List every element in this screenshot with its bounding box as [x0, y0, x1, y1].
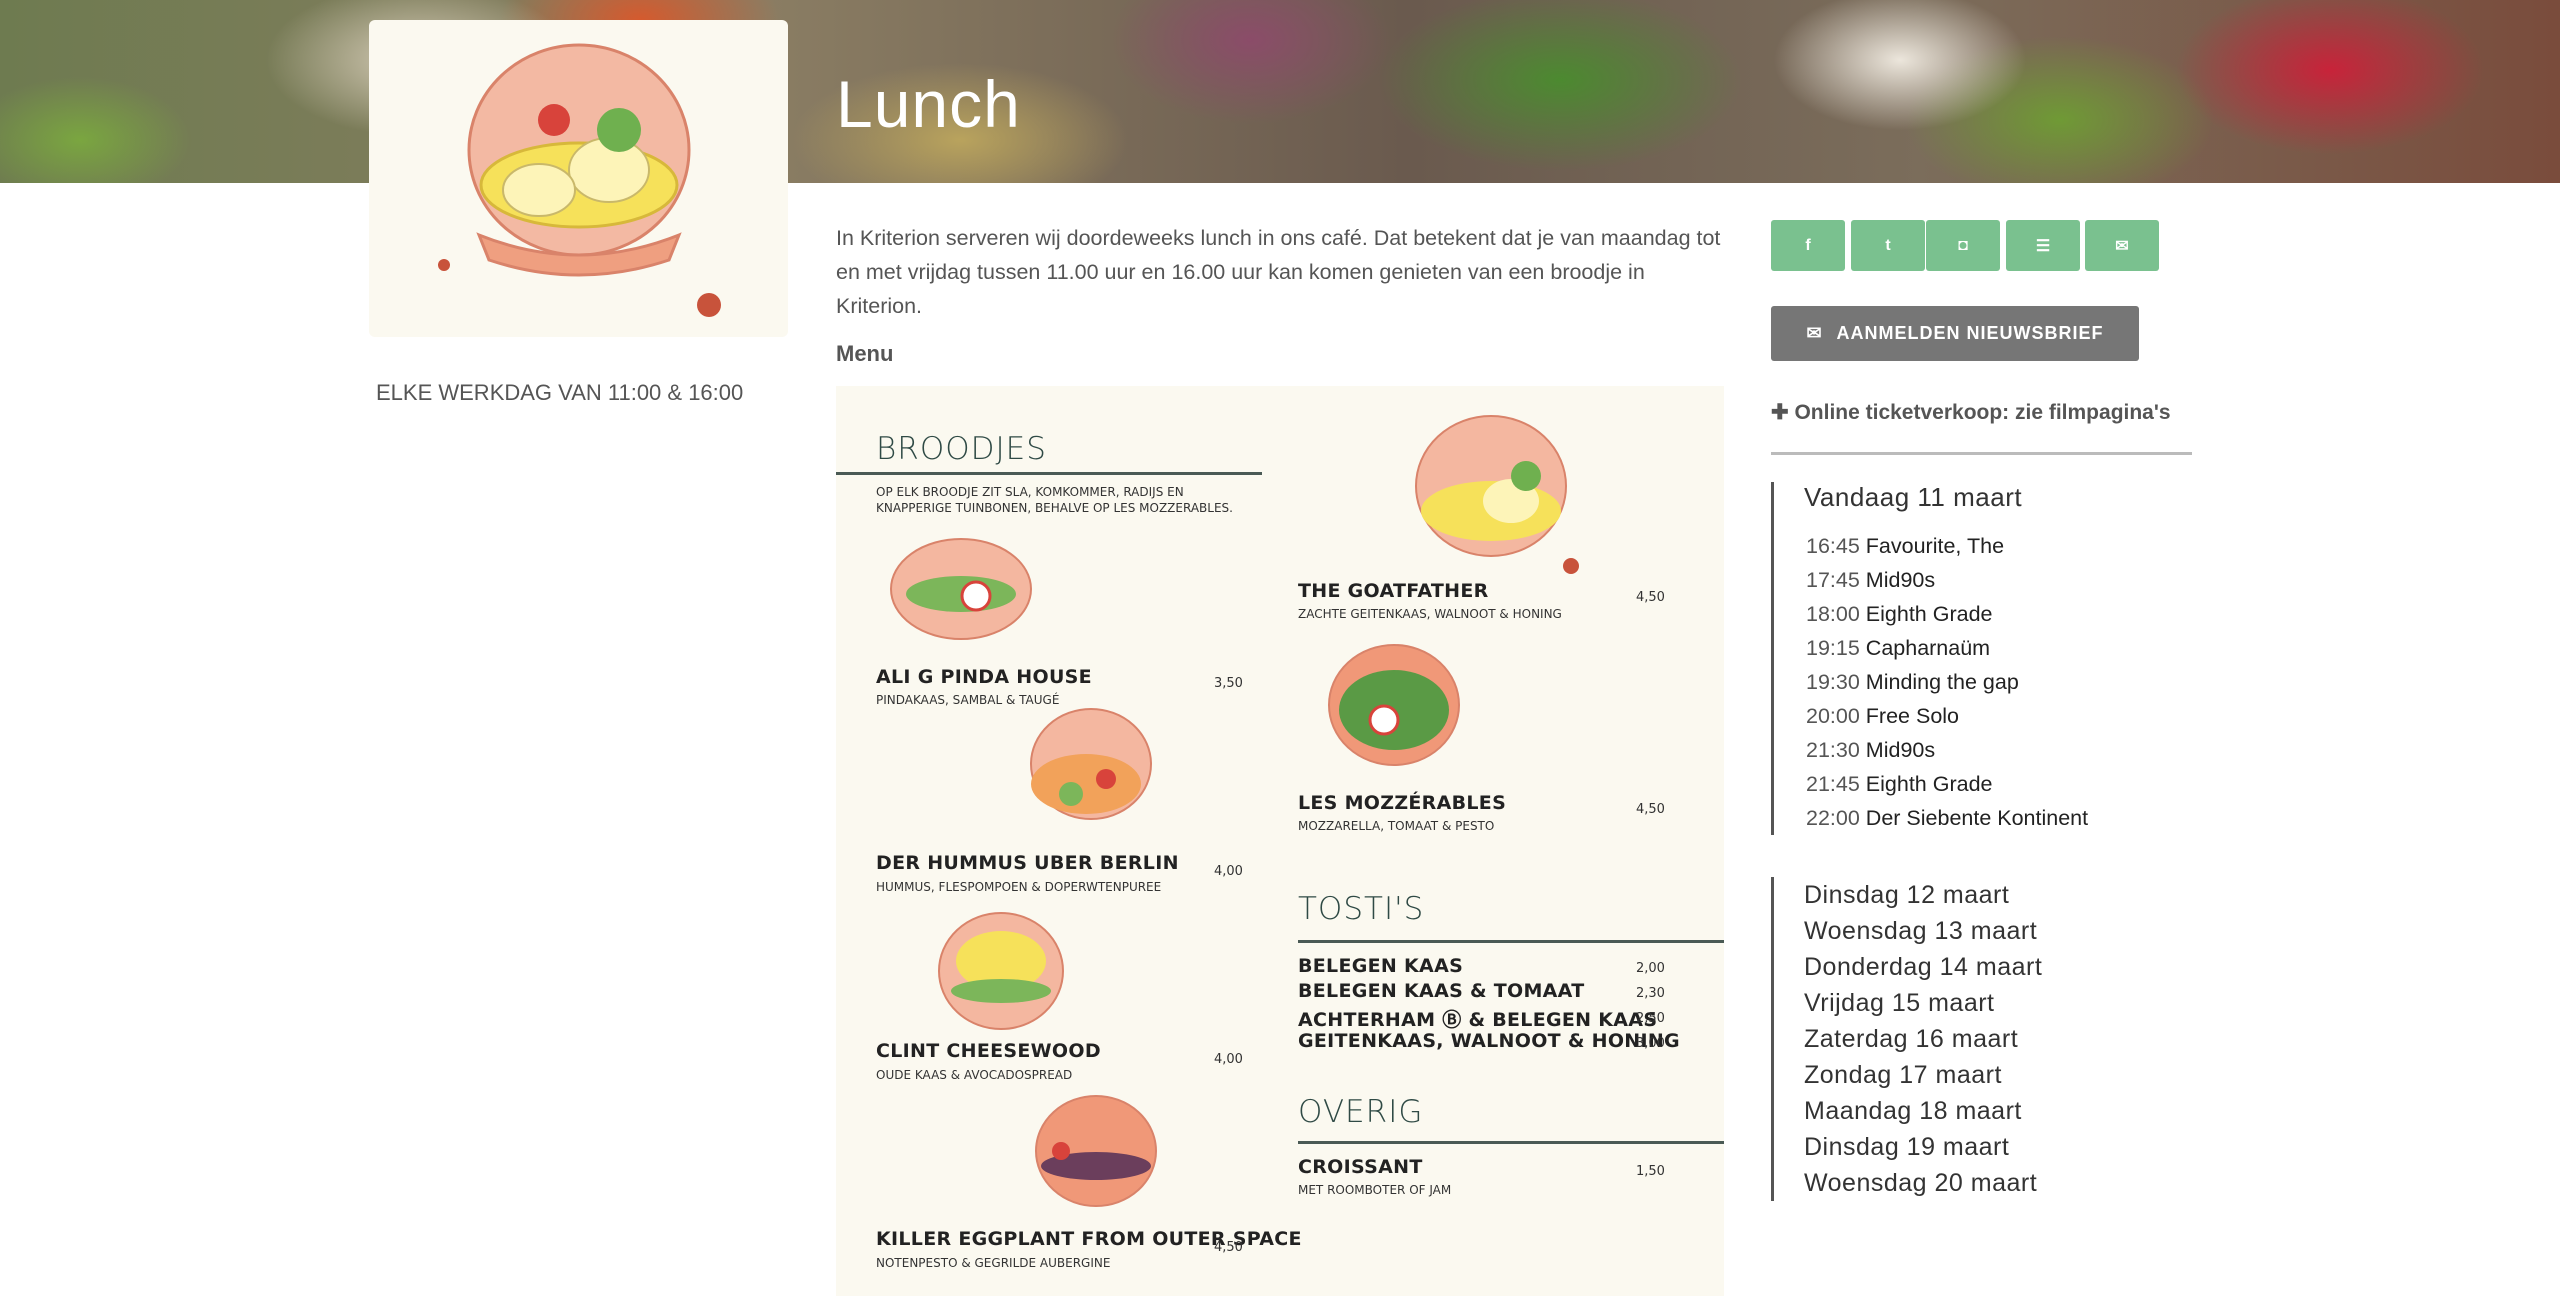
menu-heading-overig: OVERIG [1298, 1094, 1424, 1130]
menu-item-price: 2,30 [1636, 986, 1665, 1001]
spotify-icon: ☰ [2035, 237, 2051, 255]
day-item[interactable]: Maandag 18 maart [1774, 1093, 2042, 1129]
day-item[interactable]: Donderdag 14 maart [1774, 949, 2042, 985]
menu-item-price: 4,50 [1636, 590, 1665, 605]
menu-item-name: ACHTERHAM Ⓑ & BELEGEN KAAS [1298, 1009, 1658, 1031]
menu-item-name: BELEGEN KAAS & TOMAAT [1298, 980, 1585, 1002]
showtime-item[interactable]: 21:45 Eighth Grade [1774, 767, 2088, 801]
today-title[interactable]: Vandaag 11 maart [1774, 482, 2088, 513]
burger-illustration [1035, 1095, 1157, 1207]
mail-icon: ✉ [2115, 237, 2129, 255]
envelope-icon: ✉ [1806, 323, 1823, 343]
day-item[interactable]: Woensdag 13 maart [1774, 913, 2042, 949]
newsletter-button[interactable]: ✉ AANMELDEN NIEUWSBRIEF [1771, 306, 2139, 361]
day-item[interactable]: Zaterdag 16 maart [1774, 1021, 2042, 1057]
menu-item-name: DER HUMMUS UBER BERLIN [876, 852, 1179, 874]
menu-heading-broodjes: BROODJES [876, 431, 1047, 467]
ticket-info-label: Online ticketverkoop: zie filmpagina's [1794, 401, 2171, 424]
menu-item-name: THE GOATFATHER [1298, 580, 1489, 602]
twitter-button[interactable]: t [1851, 220, 1925, 271]
menu-item-price: 2,50 [1636, 1011, 1665, 1026]
day-item[interactable]: Dinsdag 12 maart [1774, 877, 2042, 913]
showtime-item[interactable]: 17:45 Mid90s [1774, 563, 2088, 597]
lunch-illustration [369, 20, 788, 337]
menu-item-price: 3,50 [1214, 676, 1243, 691]
menu-item-desc: ZACHTE GEITENKAAS, WALNOOT & HONING [1298, 607, 1562, 621]
instagram-button[interactable]: ◘ [1926, 220, 2000, 271]
menu-item-desc: MOZZARELLA, TOMAAT & PESTO [1298, 819, 1495, 833]
menu-note: OP ELK BROODJE ZIT SLA, KOMKOMMER, RADIJ… [876, 485, 1233, 515]
plus-icon: ✚ [1771, 401, 1789, 424]
menu-item-price: 3,00 [1636, 1036, 1665, 1051]
menu-item-desc: NOTENPESTO & GEGRILDE AUBERGINE [876, 1256, 1111, 1270]
menu-divider [836, 472, 1262, 475]
facebook-button[interactable]: f [1771, 220, 1845, 271]
opening-hours: ELKE WERKDAG VAN 11:00 & 16:00 [376, 380, 744, 405]
upcoming-days: Dinsdag 12 maart Woensdag 13 maart Donde… [1771, 877, 2042, 1201]
ticket-info[interactable]: ✚ Online ticketverkoop: zie filmpagina's [1771, 400, 2171, 425]
menu-item-price: 1,50 [1636, 1164, 1665, 1179]
burger-illustration [1415, 415, 1579, 574]
instagram-icon: ◘ [1958, 236, 1968, 254]
menu-item-name: CROISSANT [1298, 1156, 1423, 1178]
facebook-icon: f [1805, 236, 1811, 254]
menu-item-price: 4,00 [1214, 864, 1243, 879]
showtime-item[interactable]: 18:00 Eighth Grade [1774, 597, 2088, 631]
menu-item-price: 4,50 [1636, 802, 1665, 817]
newsletter-label: AANMELDEN NIEUWSBRIEF [1836, 323, 2104, 343]
burger-illustration [1328, 644, 1460, 766]
menu-item-name: BELEGEN KAAS [1298, 955, 1464, 977]
menu-item-desc: OUDE KAAS & AVOCADOSPREAD [876, 1068, 1073, 1082]
burger-illustration [1030, 708, 1152, 820]
showtime-item[interactable]: 21:30 Mid90s [1774, 733, 2088, 767]
menu-label: Menu [836, 341, 894, 366]
lunch-menu-card: BROODJES OP ELK BROODJE ZIT SLA, KOMKOMM… [836, 386, 1724, 1296]
menu-divider [1298, 940, 1724, 943]
menu-item-name: ALI G PINDA HOUSE [876, 666, 1092, 688]
menu-item-name: CLINT CHEESEWOOD [876, 1040, 1101, 1062]
showtime-item[interactable]: 19:15 Capharnaüm [1774, 631, 2088, 665]
day-item[interactable]: Dinsdag 19 maart [1774, 1129, 2042, 1165]
menu-heading-tostis: TOSTI'S [1298, 891, 1425, 927]
menu-divider [1298, 1141, 1724, 1144]
showtime-item[interactable]: 20:00 Free Solo [1774, 699, 2088, 733]
today-schedule: Vandaag 11 maart 16:45 Favourite, The 17… [1771, 482, 2088, 835]
mail-button[interactable]: ✉ [2085, 220, 2159, 271]
menu-item-price: 4,00 [1214, 1052, 1243, 1067]
menu-item-name: GEITENKAAS, WALNOOT & HONING [1298, 1030, 1680, 1052]
menu-item-price: 4,50 [1214, 1240, 1243, 1255]
intro-text: In Kriterion serveren wij doordeweeks lu… [836, 226, 1721, 318]
menu-item-price: 2,00 [1636, 961, 1665, 976]
spotify-button[interactable]: ☰ [2006, 220, 2080, 271]
burger-illustration [938, 912, 1064, 1030]
day-item[interactable]: Woensdag 20 maart [1774, 1165, 2042, 1201]
menu-item-desc: HUMMUS, FLESPOMPOEN & DOPERWTENPUREE [876, 880, 1162, 894]
menu-item-name: LES MOZZÉRABLES [1298, 792, 1507, 814]
showtime-item[interactable]: 16:45 Favourite, The [1774, 529, 2088, 563]
divider [1771, 452, 2192, 455]
page-title: Lunch [836, 67, 1021, 141]
showtime-item[interactable]: 22:00 Der Siebente Kontinent [1774, 801, 2088, 835]
burger-illustration [890, 538, 1032, 640]
twitter-icon: t [1885, 236, 1891, 254]
day-item[interactable]: Zondag 17 maart [1774, 1057, 2042, 1093]
menu-item-desc: MET ROOMBOTER OF JAM [1298, 1183, 1452, 1197]
showtime-item[interactable]: 19:30 Minding the gap [1774, 665, 2088, 699]
day-item[interactable]: Vrijdag 15 maart [1774, 985, 2042, 1021]
